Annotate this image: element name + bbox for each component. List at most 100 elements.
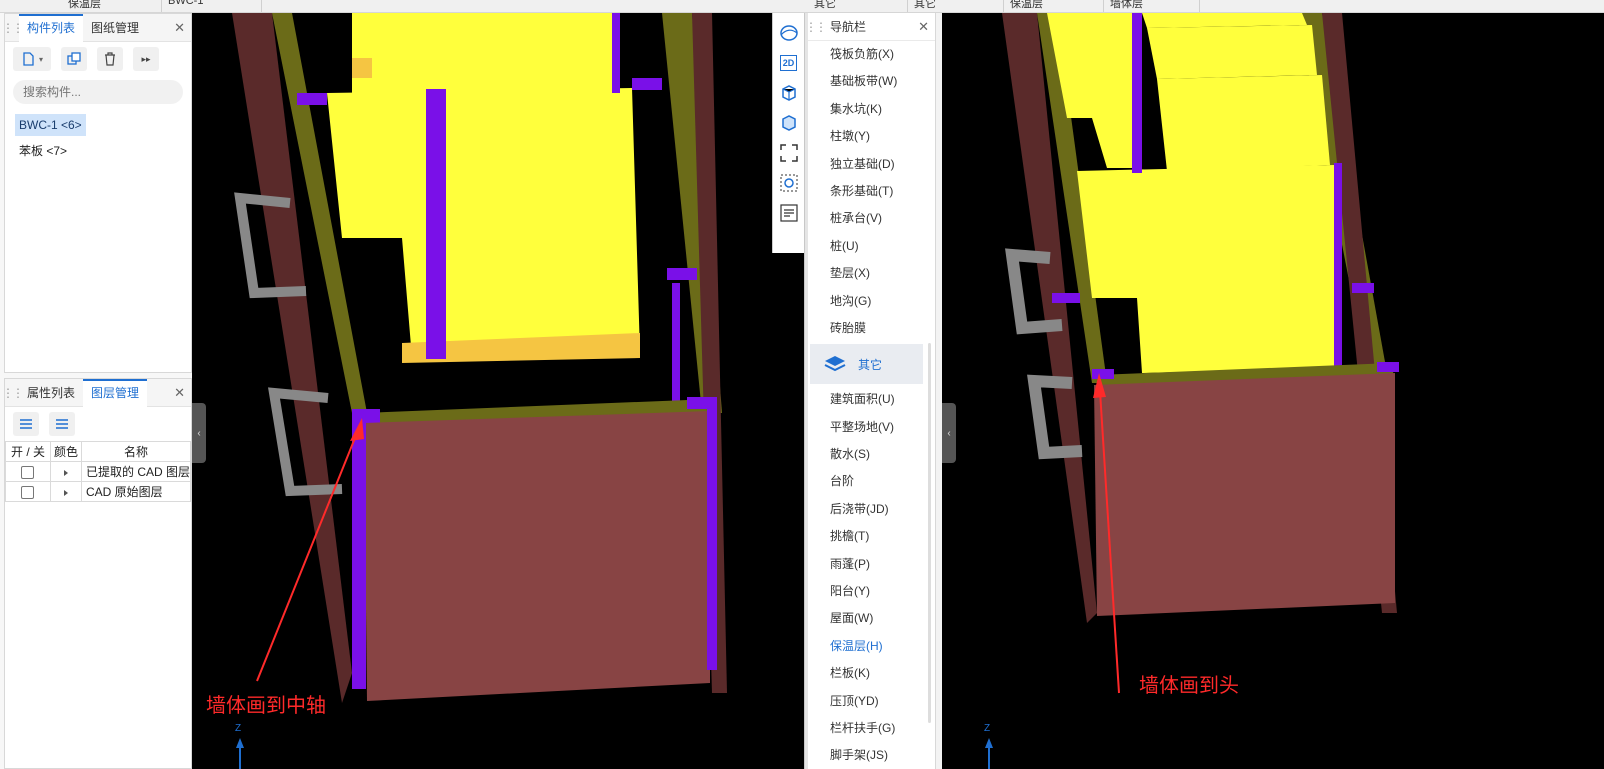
viewport-3d-left[interactable]: 墙体画到中轴 Z ‹ (192, 13, 804, 769)
copy-component-button[interactable] (61, 47, 87, 71)
box-select-icon (780, 174, 797, 192)
axis-label: Z (984, 723, 991, 734)
nav-item[interactable]: 条形基础(T) (808, 178, 935, 205)
nav-item[interactable]: 阳台(Y) (808, 578, 935, 605)
layer-toolbar (5, 407, 191, 441)
layer-panel-tabs: ⋮⋮ 属性列表 图层管理 ✕ (2, 378, 191, 407)
top-cell[interactable]: 其它 (908, 0, 1004, 12)
navigation-panel: ⋮⋮ 导航栏 ✕ 筏板负筋(X)基础板带(W)集水坑(K)柱墩(Y)独立基础(D… (808, 13, 936, 769)
tab-layer-management[interactable]: 图层管理 (83, 378, 148, 407)
more-button[interactable]: ▸▸ (133, 47, 159, 71)
nav-item[interactable]: 栏板(K) (808, 660, 935, 687)
viewport-3d-right[interactable]: 墙体画到头 Z ‹ (942, 13, 1604, 769)
expand-triangle-icon[interactable] (63, 489, 68, 496)
display-settings-button[interactable] (777, 201, 801, 225)
globe-icon (779, 25, 798, 41)
list-item[interactable]: 苯板 <7> (15, 140, 71, 162)
nav-item[interactable]: 屋面(W) (808, 605, 935, 632)
annotation-text: 墙体画到头 (1139, 675, 1239, 697)
nav-item[interactable]: 地沟(G) (808, 288, 935, 315)
close-icon[interactable]: ✕ (174, 385, 185, 401)
close-icon[interactable]: ✕ (918, 19, 929, 35)
nav-item[interactable]: 筏板负筋(X) (808, 41, 935, 68)
table-row: 已提取的 CAD 图层 (5, 461, 192, 482)
nav-group-label: 其它 (858, 357, 883, 372)
nav-item[interactable]: 集水坑(K) (808, 96, 935, 123)
component-toolbar: ▾ ▸▸ (5, 42, 191, 76)
nav-item[interactable]: 台阶 (808, 468, 935, 495)
drag-grip-icon[interactable]: ⋮⋮ (808, 13, 827, 41)
collapse-panel-tab[interactable]: ‹ (192, 403, 206, 463)
column-header: 开 / 关 (5, 441, 51, 462)
top-tab-strip: 保温层 BWC-1 其它 其它 保温层 墙体层 (0, 0, 1604, 13)
collapse-panel-tab[interactable]: ‹ (942, 403, 956, 463)
nav-item[interactable]: 栏杆扶手(G) (808, 715, 935, 742)
top-cell[interactable]: 保温层 (1004, 0, 1104, 12)
view-toolbar: 2D (772, 13, 804, 253)
nav-item[interactable]: 桩承台(V) (808, 205, 935, 232)
table-row: CAD 原始图层 (5, 481, 192, 502)
nav-item[interactable]: 砖胎膜 (808, 315, 935, 342)
component-panel-tabs: ⋮⋮ 构件列表 图纸管理 ✕ (2, 13, 191, 42)
nav-item[interactable]: 雨蓬(P) (808, 551, 935, 578)
top-cell[interactable]: 其它 (808, 0, 908, 12)
drag-grip-icon[interactable]: ⋮⋮ (2, 14, 24, 42)
nav-item[interactable]: 散水(S) (808, 441, 935, 468)
annotation-text: 墙体画到中轴 (206, 695, 326, 717)
layer-show-button[interactable] (13, 412, 39, 436)
view-3d-button[interactable] (777, 81, 801, 105)
nav-group-other[interactable]: 其它 (810, 344, 923, 385)
trash-icon (105, 52, 115, 66)
delete-component-button[interactable] (97, 47, 123, 71)
list-item[interactable]: BWC-1 <6> (15, 114, 86, 136)
layer-name: 已提取的 CAD 图层 (80, 461, 192, 482)
nav-item[interactable]: 平整场地(V) (808, 414, 935, 441)
visibility-checkbox[interactable] (21, 485, 35, 499)
column-header: 名称 (80, 441, 192, 462)
nav-item[interactable]: 基础板带(W) (808, 68, 935, 95)
top-cell[interactable]: 墙体层 (1104, 0, 1200, 12)
orbit-view-button[interactable] (777, 21, 801, 45)
nav-item[interactable]: 保温层(H) (808, 633, 935, 660)
new-file-icon (23, 52, 34, 66)
fit-view-button[interactable] (777, 141, 801, 165)
close-icon[interactable]: ✕ (174, 20, 185, 36)
new-component-button[interactable]: ▾ (13, 47, 51, 71)
layers-icon (56, 419, 68, 429)
view-2d-button[interactable]: 2D (777, 51, 801, 75)
top-cell[interactable]: BWC-1 (162, 0, 262, 12)
component-search[interactable] (13, 80, 183, 104)
nav-scrollbar[interactable] (928, 343, 931, 723)
copy-icon (67, 52, 81, 65)
cube-solid-icon (781, 115, 796, 131)
nav-item[interactable]: 建筑面积(U) (808, 386, 935, 413)
nav-item[interactable]: 柱墩(Y) (808, 123, 935, 150)
visibility-checkbox[interactable] (21, 465, 35, 479)
layers-icon (20, 419, 32, 429)
nav-item[interactable]: 桩(U) (808, 233, 935, 260)
top-cell[interactable]: 保温层 (62, 0, 162, 12)
nav-item[interactable]: 垫层(X) (808, 260, 935, 287)
nav-item[interactable]: 独立基础(D) (808, 151, 935, 178)
tab-component-list[interactable]: 构件列表 (19, 13, 84, 42)
nav-item[interactable]: 压顶(YD) (808, 688, 935, 715)
tab-property-list[interactable]: 属性列表 (19, 379, 83, 407)
tab-drawing-management[interactable]: 图纸管理 (83, 14, 147, 42)
double-chevron-right-icon: ▸▸ (141, 53, 151, 64)
column-header: 颜色 (49, 441, 82, 462)
axis-label: Z (235, 723, 242, 734)
component-list-panel: ⋮⋮ 构件列表 图纸管理 ✕ ▾ ▸▸ BWC-1 <6> 苯板 <7> (2, 13, 192, 373)
search-input[interactable] (23, 85, 178, 99)
select-box-button[interactable] (777, 171, 801, 195)
model-render-left (232, 13, 727, 769)
left-sidebar: ⋮⋮ 构件列表 图纸管理 ✕ ▾ ▸▸ BWC-1 <6> 苯板 <7> (0, 13, 192, 769)
nav-item[interactable]: 脚手架(JS) (808, 742, 935, 769)
drag-grip-icon[interactable]: ⋮⋮ (2, 379, 24, 407)
list-eye-icon (779, 204, 798, 222)
expand-triangle-icon[interactable] (63, 469, 68, 476)
layer-hide-button[interactable] (49, 412, 75, 436)
nav-item[interactable]: 后浇带(JD) (808, 496, 935, 523)
view-render-button[interactable] (777, 111, 801, 135)
chevron-down-icon: ▾ (38, 54, 43, 64)
nav-item[interactable]: 挑檐(T) (808, 523, 935, 550)
